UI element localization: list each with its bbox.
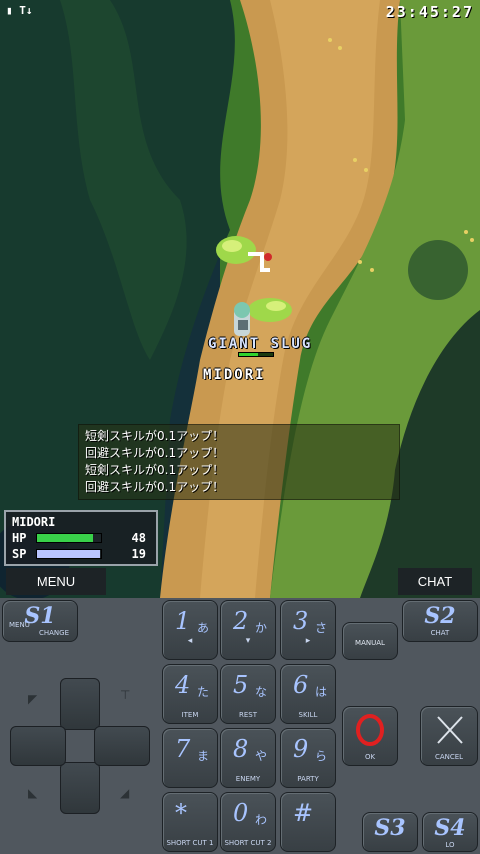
status-name: MIDORI (12, 515, 56, 529)
manual-label: MANUAL (355, 639, 385, 647)
hp-row: HP 48 (12, 530, 150, 546)
sp-bar (36, 549, 102, 559)
dpad-up-button[interactable] (60, 678, 100, 730)
key-sublabel: ITEM (181, 711, 199, 719)
key-digit: 3 (293, 607, 309, 635)
key-sublabel: PARTY (297, 775, 319, 783)
message-log: 短剣スキルが0.1アップ！ 回避スキルが0.1アップ！ 短剣スキルが0.1アップ… (78, 424, 400, 500)
sp-value: 19 (131, 547, 146, 561)
cross-icon (437, 716, 463, 744)
key-2-button[interactable]: 2 か ▾ (220, 600, 276, 660)
sp-row: SP 19 (12, 546, 150, 562)
log-line: 回避スキルが0.1アップ！ (85, 446, 225, 460)
ok-button[interactable]: OK (342, 706, 398, 766)
s3-label: S3 (374, 815, 406, 841)
enemy-hp-bar (238, 352, 274, 357)
log-line: 回避スキルが0.1アップ！ (85, 480, 225, 494)
status-icons: ▮ T↓ (6, 4, 33, 17)
s2-button[interactable]: S2 CHAT (402, 600, 478, 642)
key-hash-button[interactable]: # (280, 792, 336, 852)
s1-sub-menu: MENU (9, 621, 30, 629)
key-sublabel: SHORT CUT 2 (224, 839, 272, 847)
player-name-label: MIDORI (203, 367, 266, 383)
arrow-upright-icon: ⊤ (120, 688, 131, 702)
key-sublabel: REST (238, 711, 257, 719)
s2-label: S2 (424, 603, 456, 629)
s2-sub-chat: CHAT (430, 629, 450, 637)
key-digit: # (293, 799, 314, 827)
key-arrow-icon: ▸ (305, 636, 311, 646)
key-sublabel: ENEMY (235, 775, 261, 783)
cancel-label: CANCEL (434, 753, 464, 761)
key-digit: 8 (233, 735, 249, 763)
manual-button[interactable]: MANUAL (342, 622, 398, 660)
arrow-downright-icon: ◢ (120, 786, 130, 800)
key-arrow-icon: ▾ (245, 636, 251, 646)
key-kana: た (197, 685, 210, 699)
key-digit: 5 (233, 671, 249, 699)
key-kana: は (315, 685, 328, 699)
key-digit: * (175, 799, 187, 827)
hp-label: HP (12, 531, 27, 545)
key-kana: あ (197, 621, 210, 635)
key-6-button[interactable]: 6 は SKILL (280, 664, 336, 724)
key-kana: ま (197, 749, 210, 763)
key-kana: さ (315, 621, 328, 635)
key-digit: 7 (175, 735, 191, 763)
key-digit: 6 (293, 671, 309, 699)
log-line: 短剣スキルが0.1アップ！ (85, 463, 225, 477)
key-5-button[interactable]: 5 な REST (220, 664, 276, 724)
key-star-button[interactable]: * SHORT CUT 1 (162, 792, 218, 852)
s3-button[interactable]: S3 (362, 812, 418, 852)
dpad: ◤ ⊤ ◣ ◢ (6, 658, 156, 828)
key-1-button[interactable]: 1 あ ◂ (162, 600, 218, 660)
key-kana: な (255, 685, 268, 699)
key-4-button[interactable]: 4 た ITEM (162, 664, 218, 724)
key-arrow-icon: ◂ (187, 636, 193, 646)
dpad-right-button[interactable] (94, 726, 150, 766)
menu-softkey[interactable]: MENU (6, 568, 106, 595)
key-9-button[interactable]: 9 ら PARTY (280, 728, 336, 788)
dpad-left-button[interactable] (10, 726, 66, 766)
key-digit: 2 (233, 607, 249, 635)
arrow-upleft-icon: ◤ (28, 692, 38, 706)
log-line: 短剣スキルが0.1アップ！ (85, 429, 225, 443)
key-kana: わ (255, 813, 268, 827)
key-sublabel: SKILL (298, 711, 318, 719)
hp-value: 48 (131, 531, 146, 545)
s4-label: S4 (434, 815, 466, 841)
key-8-button[interactable]: 8 や ENEMY (220, 728, 276, 788)
chat-softkey[interactable]: CHAT (398, 568, 472, 595)
key-0-button[interactable]: 0 わ SHORT CUT 2 (220, 792, 276, 852)
cancel-button[interactable]: CANCEL (420, 706, 478, 766)
key-3-button[interactable]: 3 さ ▸ (280, 600, 336, 660)
clock: 23:45:27 (385, 3, 474, 21)
key-digit: 9 (293, 735, 309, 763)
key-sublabel: SHORT CUT 1 (166, 839, 214, 847)
dpad-down-button[interactable] (60, 762, 100, 814)
s1-sub-change: CHANGE (38, 629, 69, 637)
arrow-downleft-icon: ◣ (28, 786, 38, 800)
hp-bar (36, 533, 102, 543)
hp-fill (37, 534, 94, 542)
key-7-button[interactable]: 7ま (162, 728, 218, 788)
key-kana: や (255, 749, 268, 763)
key-kana: か (255, 621, 268, 635)
ok-label: OK (364, 753, 376, 761)
key-kana: ら (315, 749, 328, 763)
s4-sub: LO (445, 841, 455, 849)
s1-button[interactable]: S1 MENU CHANGE (2, 600, 78, 642)
map-scene (0, 0, 480, 598)
key-digit: 0 (233, 799, 249, 827)
sp-label: SP (12, 547, 27, 561)
sp-fill (37, 550, 100, 558)
key-digit: 4 (175, 671, 191, 699)
status-panel: MIDORI HP 48 SP 19 (4, 510, 158, 566)
game-view[interactable]: ▮ T↓ 23:45:27 GIANT SLUG MIDORI 短剣スキルが0.… (0, 0, 480, 598)
s4-button[interactable]: S4 LO (422, 812, 478, 852)
enemy-hp-fill (239, 353, 258, 356)
key-digit: 1 (175, 607, 191, 635)
circle-icon (356, 714, 384, 746)
enemy-name-label[interactable]: GIANT SLUG (208, 336, 312, 352)
